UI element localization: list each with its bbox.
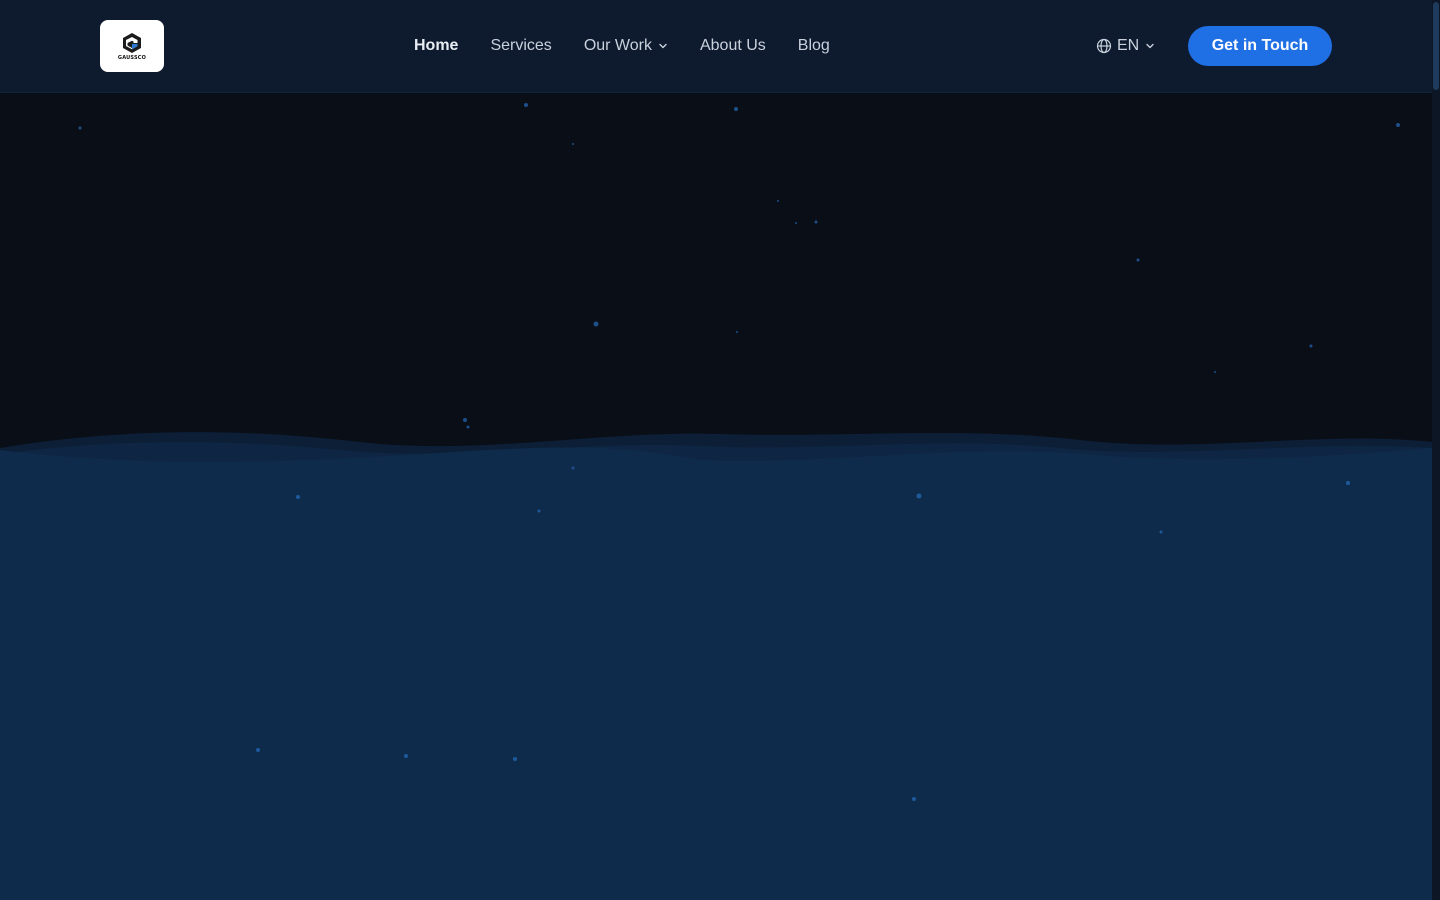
wave-divider <box>0 432 1432 480</box>
top-navbar: GAUSSCO Home Services Our Work About Us … <box>0 0 1432 93</box>
chevron-down-icon <box>658 41 668 51</box>
get-in-touch-button[interactable]: Get in Touch <box>1188 26 1332 66</box>
nav-item-label: About Us <box>699 37 766 54</box>
main-nav: Home Services Our Work About Us Blog <box>414 34 862 58</box>
scrollbar[interactable] <box>1432 0 1440 900</box>
nav-item-about-us[interactable]: About Us <box>700 34 766 58</box>
globe-icon <box>1096 38 1112 54</box>
nav-item-label: Blog <box>797 37 830 54</box>
logo-wordmark: GAUSSCO <box>117 54 147 61</box>
language-selector[interactable]: EN <box>1096 34 1155 58</box>
nav-item-home[interactable]: Home <box>414 34 458 58</box>
page: GAUSSCO Home Services Our Work About Us … <box>0 0 1440 900</box>
nav-item-label: Services <box>490 37 552 54</box>
chevron-down-icon <box>1145 41 1155 51</box>
nav-item-blog[interactable]: Blog <box>798 34 830 58</box>
brand-logo[interactable]: GAUSSCO <box>100 20 164 72</box>
hero-blue-section <box>0 455 1432 900</box>
logo-mark-icon <box>123 32 141 53</box>
nav-item-services[interactable]: Services <box>490 34 551 58</box>
scrollbar-thumb[interactable] <box>1433 2 1439 90</box>
nav-item-label: Home <box>414 37 459 54</box>
nav-item-label: Our Work <box>583 37 652 54</box>
language-label: EN <box>1117 37 1140 54</box>
nav-item-our-work[interactable]: Our Work <box>584 34 668 58</box>
